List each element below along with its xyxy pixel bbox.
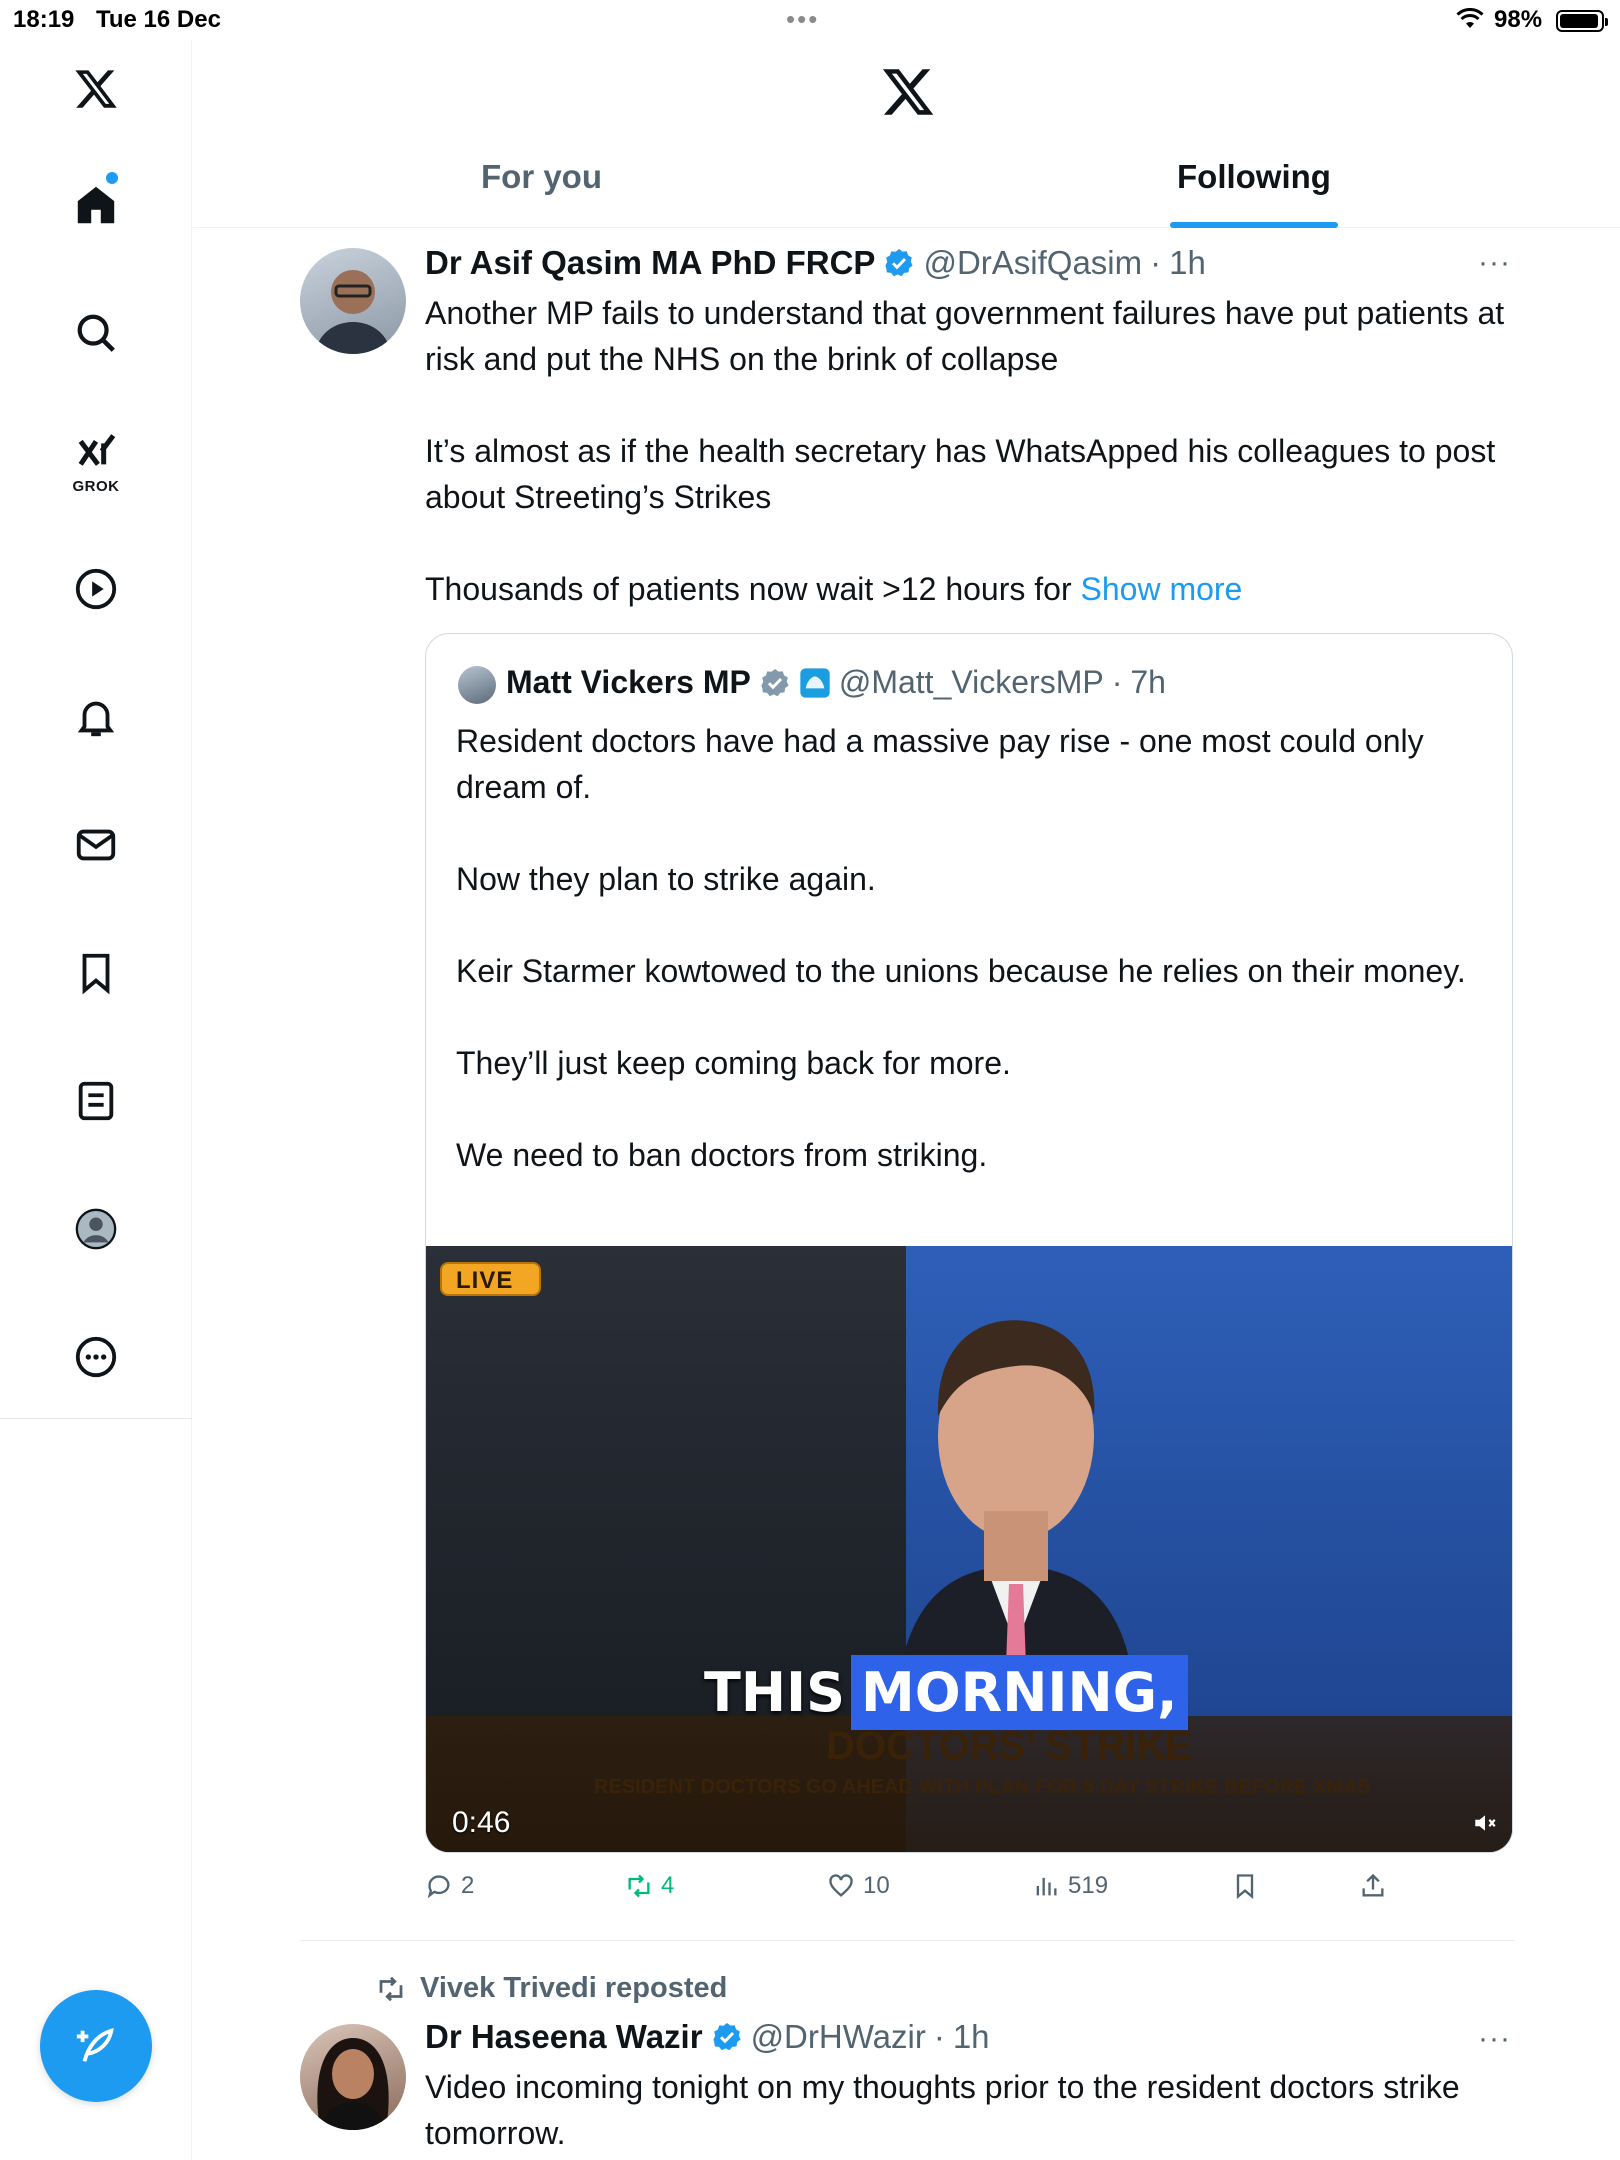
x-logo-icon[interactable] bbox=[71, 64, 121, 114]
share-icon bbox=[1362, 1873, 1384, 1897]
like-count: 10 bbox=[863, 1872, 890, 1899]
grok-label: GROK bbox=[72, 478, 120, 495]
tab-following[interactable]: Following bbox=[1177, 158, 1331, 196]
status-time: 18:19 bbox=[13, 6, 75, 33]
verified-grey-badge-icon bbox=[761, 668, 789, 696]
reply-icon bbox=[427, 1875, 450, 1899]
quote-author-handle[interactable]: @Matt_VickersMP bbox=[839, 664, 1104, 701]
quote-time[interactable]: 7h bbox=[1130, 664, 1166, 701]
active-tab-indicator bbox=[1170, 222, 1338, 228]
tab-for-you[interactable]: For you bbox=[481, 158, 602, 196]
battery-icon bbox=[1556, 10, 1608, 32]
reposted-by-label: Vivek Trivedi reposted bbox=[420, 1972, 728, 2004]
tweet-text: Video incoming tonight on my thoughts pr… bbox=[425, 2069, 1460, 2151]
video-icon[interactable] bbox=[71, 564, 121, 614]
repost-context[interactable]: Vivek Trivedi reposted bbox=[376, 1972, 727, 2005]
tweet-time[interactable]: 1h bbox=[1169, 244, 1206, 282]
meta-separator: · bbox=[1150, 244, 1162, 281]
notifications-icon[interactable] bbox=[71, 692, 121, 742]
bookmarks-icon[interactable] bbox=[71, 948, 121, 998]
repost-icon bbox=[628, 1874, 650, 1898]
messages-icon[interactable] bbox=[71, 820, 121, 870]
battery-percent: 98% bbox=[1494, 6, 1543, 33]
profile-icon[interactable] bbox=[71, 1204, 121, 1254]
lower-third-subline: RESIDENT DOCTORS GO AHEAD WITH PLAN FOR … bbox=[594, 1776, 1371, 1798]
reply-button[interactable]: 2 bbox=[425, 1872, 474, 1900]
more-icon[interactable] bbox=[71, 1332, 121, 1382]
sidebar: GROK bbox=[0, 40, 192, 2160]
repost-icon bbox=[379, 1976, 403, 2001]
show-more-link[interactable]: Show more bbox=[1081, 571, 1243, 607]
author-handle[interactable]: @DrAsifQasim bbox=[923, 244, 1142, 282]
tweet-author-line: Dr Asif Qasim MA PhD FRCP @DrAsifQasim ·… bbox=[425, 244, 1206, 282]
repost-button[interactable]: 4 bbox=[625, 1872, 674, 1900]
home-unread-dot bbox=[106, 172, 118, 184]
like-button[interactable]: 10 bbox=[827, 1872, 890, 1900]
quote-text: Resident doctors have had a massive pay … bbox=[456, 723, 1466, 1173]
bookmark-icon bbox=[1236, 1874, 1254, 1899]
author-avatar[interactable] bbox=[300, 248, 406, 354]
verified-badge-icon bbox=[885, 249, 914, 277]
share-button[interactable] bbox=[1359, 1872, 1387, 1900]
sidebar-divider bbox=[0, 1418, 192, 1419]
verified-badge-icon bbox=[712, 2023, 741, 2051]
caption-word-2: MORNING, bbox=[851, 1654, 1188, 1730]
video-caption: THIS MORNING, bbox=[698, 1646, 1188, 1738]
party-affiliation-icon bbox=[800, 667, 830, 698]
quote-author-avatar[interactable] bbox=[458, 666, 496, 704]
multitask-handle[interactable]: ••• bbox=[786, 4, 819, 35]
status-bar: 18:19 Tue 16 Dec ••• 98% bbox=[0, 0, 1620, 40]
quote-author-line: Matt Vickers MP @Matt_VickersMP · 7h bbox=[506, 664, 1166, 701]
author-name[interactable]: Dr Haseena Wazir bbox=[425, 2018, 703, 2056]
tweet-body: Another MP fails to understand that gove… bbox=[425, 295, 1505, 607]
heart-icon bbox=[829, 1874, 853, 1897]
tweet-divider bbox=[300, 1940, 1514, 1941]
views-button[interactable]: 519 bbox=[1032, 1872, 1108, 1900]
meta-separator: · bbox=[933, 2018, 945, 2055]
video-duration: 0:46 bbox=[452, 1806, 511, 1839]
quote-author-name[interactable]: Matt Vickers MP bbox=[506, 664, 751, 701]
views-chart-icon bbox=[1036, 1877, 1057, 1896]
tweet-author-line: Dr Haseena Wazir @DrHWazir · 1h bbox=[425, 2018, 990, 2056]
status-date: Tue 16 Dec bbox=[96, 6, 221, 33]
author-handle[interactable]: @DrHWazir bbox=[751, 2018, 926, 2056]
tweet-more-button[interactable]: ··· bbox=[1478, 246, 1511, 280]
x-logo-icon[interactable] bbox=[880, 64, 936, 120]
tweet-more-button[interactable]: ··· bbox=[1478, 2022, 1511, 2056]
compose-button[interactable] bbox=[40, 1990, 152, 2102]
tweet-text: Another MP fails to understand that gove… bbox=[425, 290, 1515, 612]
author-avatar[interactable] bbox=[300, 2024, 406, 2130]
home-icon[interactable] bbox=[71, 180, 121, 230]
tweet-actions: 2 4 10 519 bbox=[425, 1872, 1515, 1912]
search-icon[interactable] bbox=[71, 308, 121, 358]
tweet-time[interactable]: 1h bbox=[953, 2018, 990, 2056]
video-player[interactable]: LIVE DOCTORS’ STRIKE RESIDENT DOCTORS GO… bbox=[426, 1246, 1512, 1852]
repost-count: 4 bbox=[661, 1872, 675, 1899]
quote-meta-separator: · bbox=[1111, 664, 1123, 700]
grok-icon[interactable] bbox=[71, 426, 121, 476]
author-name[interactable]: Dr Asif Qasim MA PhD FRCP bbox=[425, 244, 875, 282]
reply-count: 2 bbox=[461, 1872, 475, 1899]
live-badge: LIVE bbox=[440, 1262, 542, 1296]
quoted-tweet[interactable]: Matt Vickers MP @Matt_VickersMP · 7h Res… bbox=[425, 633, 1513, 1853]
compose-icon bbox=[76, 2027, 114, 2062]
timeline-header: For you Following bbox=[193, 40, 1620, 228]
caption-word-1: THIS bbox=[704, 1660, 846, 1724]
wifi-icon bbox=[1456, 8, 1484, 28]
views-count: 519 bbox=[1068, 1872, 1109, 1899]
lists-icon[interactable] bbox=[71, 1076, 121, 1126]
mute-icon[interactable] bbox=[1472, 1810, 1498, 1836]
bookmark-button[interactable] bbox=[1231, 1872, 1259, 1900]
